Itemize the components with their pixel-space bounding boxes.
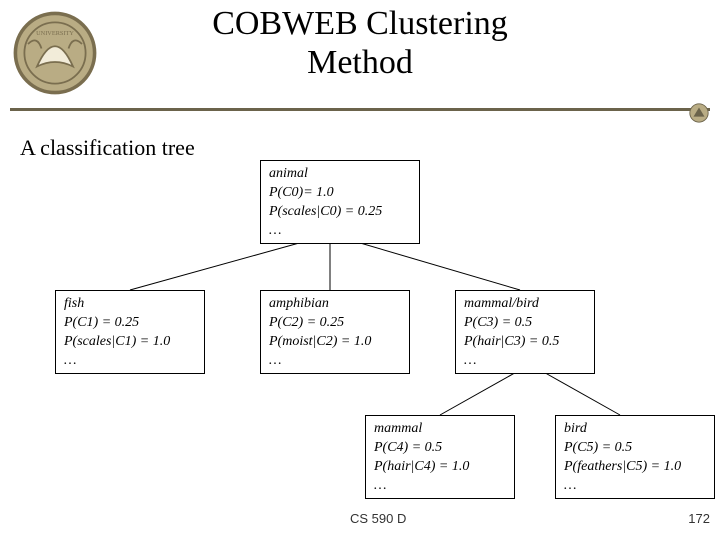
slide-title: COBWEB Clustering Method — [0, 0, 720, 82]
node-prob: P(C1) = 0.25 — [64, 314, 196, 333]
node-prob: P(C4) = 0.5 — [374, 439, 506, 458]
node-mammal-bird: mammal/bird P(C3) = 0.5 P(hair|C3) = 0.5… — [455, 290, 595, 374]
node-ellipsis: … — [64, 352, 196, 371]
node-amphibian: amphibian P(C2) = 0.25 P(moist|C2) = 1.0… — [260, 290, 410, 374]
university-seal-logo: UNIVERSITY — [10, 8, 100, 98]
node-prob: P(C5) = 0.5 — [564, 439, 706, 458]
node-label: animal — [269, 165, 411, 184]
node-ellipsis: … — [269, 222, 411, 241]
footer-course: CS 590 D — [350, 511, 406, 526]
node-ellipsis: … — [464, 352, 586, 371]
node-bird: bird P(C5) = 0.5 P(feathers|C5) = 1.0 … — [555, 415, 715, 499]
node-label: mammal/bird — [464, 295, 586, 314]
title-line-2: Method — [307, 44, 413, 81]
node-ellipsis: … — [374, 477, 506, 496]
node-mammal: mammal P(C4) = 0.5 P(hair|C4) = 1.0 … — [365, 415, 515, 499]
node-label: bird — [564, 420, 706, 439]
svg-text:UNIVERSITY: UNIVERSITY — [36, 30, 74, 37]
node-label: mammal — [374, 420, 506, 439]
node-cond: P(scales|C0) = 0.25 — [269, 203, 411, 222]
node-prob: P(C3) = 0.5 — [464, 314, 586, 333]
node-cond: P(scales|C1) = 1.0 — [64, 333, 196, 352]
node-fish: fish P(C1) = 0.25 P(scales|C1) = 1.0 … — [55, 290, 205, 374]
classification-tree: animal P(C0)= 1.0 P(scales|C0) = 0.25 … … — [0, 155, 720, 515]
footer-page-number: 172 — [688, 511, 710, 526]
node-animal: animal P(C0)= 1.0 P(scales|C0) = 0.25 … — [260, 160, 420, 244]
node-ellipsis: … — [269, 352, 401, 371]
node-cond: P(moist|C2) = 1.0 — [269, 333, 401, 352]
node-ellipsis: … — [564, 477, 706, 496]
title-line-1: COBWEB Clustering — [212, 5, 508, 42]
node-label: fish — [64, 295, 196, 314]
node-prob: P(C0)= 1.0 — [269, 184, 411, 203]
small-griffin-icon — [688, 102, 710, 124]
node-prob: P(C2) = 0.25 — [269, 314, 401, 333]
node-cond: P(hair|C4) = 1.0 — [374, 458, 506, 477]
node-cond: P(hair|C3) = 0.5 — [464, 333, 586, 352]
title-rule — [10, 108, 710, 111]
node-cond: P(feathers|C5) = 1.0 — [564, 458, 706, 477]
node-label: amphibian — [269, 295, 401, 314]
